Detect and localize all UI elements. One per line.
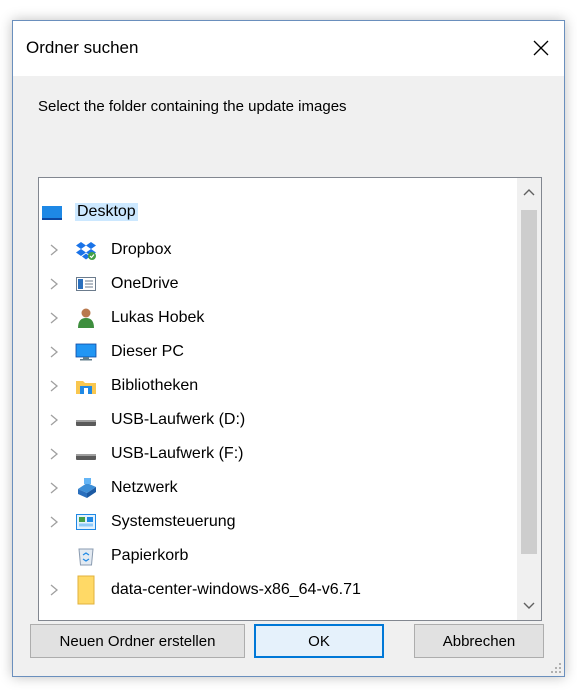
tree-item-recycle-bin[interactable]: Papierkorb — [39, 539, 517, 573]
new-folder-button[interactable]: Neuen Ordner erstellen — [30, 624, 245, 658]
tree-item-usb-d[interactable]: USB-Laufwerk (D:) — [39, 403, 517, 437]
drive-icon — [76, 454, 96, 460]
tree-item-label: data-center-windows-x86_64-v6.71 — [111, 581, 361, 598]
tree-item-label: Netzwerk — [111, 479, 178, 496]
tree-item-label: Bibliotheken — [111, 377, 199, 394]
tree-item-control-panel[interactable]: Systemsteuerung — [39, 505, 517, 539]
folder-icon — [77, 575, 95, 605]
tree-item-usb-f[interactable]: USB-Laufwerk (F:) — [39, 437, 517, 471]
tree-item-label: USB-Laufwerk (D:) — [111, 411, 246, 428]
libraries-icon — [76, 381, 96, 394]
tree-item-network[interactable]: Netzwerk — [39, 471, 517, 505]
computer-icon — [75, 343, 97, 361]
close-button[interactable] — [524, 31, 558, 65]
dropbox-icon — [76, 242, 96, 260]
scrollbar-thumb[interactable] — [521, 210, 537, 554]
recycle-bin-icon — [78, 548, 94, 566]
ok-button[interactable]: OK — [254, 624, 384, 658]
chevron-right-icon[interactable] — [47, 344, 61, 360]
tree-item-dropbox[interactable]: Dropbox — [39, 233, 517, 267]
drive-icon — [76, 420, 96, 426]
tree-item-label: Dropbox — [111, 241, 172, 258]
desktop-icon — [42, 206, 62, 220]
network-icon — [78, 478, 96, 498]
title-bar: Ordner suchen — [13, 21, 564, 76]
user-folder-icon — [78, 308, 94, 328]
folder-tree[interactable]: Desktop Dropbox OneDrive Lukas Hobek Die… — [38, 177, 542, 621]
chevron-down-icon — [523, 602, 535, 609]
chevron-right-icon[interactable] — [47, 276, 61, 292]
cancel-button[interactable]: Abbrechen — [414, 624, 544, 658]
tree-item-label: Papierkorb — [111, 547, 189, 564]
chevron-right-icon[interactable] — [47, 480, 61, 496]
tree-item-label: USB-Laufwerk (F:) — [111, 445, 244, 462]
tree-item-libraries[interactable]: Bibliotheken — [39, 369, 517, 403]
tree-item-desktop[interactable]: Desktop — [39, 196, 517, 230]
chevron-right-icon[interactable] — [47, 310, 61, 326]
tree-item-label: OneDrive — [111, 275, 179, 292]
dialog-prompt: Select the folder containing the update … — [38, 98, 347, 115]
tree-item-folder[interactable]: data-center-windows-x86_64-v6.71 — [39, 573, 517, 607]
tree-item-this-pc[interactable]: Dieser PC — [39, 335, 517, 369]
tree-item-label: Desktop — [75, 203, 138, 221]
chevron-right-icon[interactable] — [47, 514, 61, 530]
chevron-right-icon[interactable] — [47, 446, 61, 462]
tree-item-label: Systemsteuerung — [111, 513, 236, 530]
tree-item-label: Lukas Hobek — [111, 309, 205, 326]
tree-item-onedrive[interactable]: OneDrive — [39, 267, 517, 301]
onedrive-icon — [76, 277, 96, 291]
tree-item-user[interactable]: Lukas Hobek — [39, 301, 517, 335]
window-title: Ordner suchen — [26, 38, 139, 57]
close-icon — [533, 40, 549, 56]
vertical-scrollbar[interactable] — [517, 178, 541, 620]
scroll-up-button[interactable] — [517, 180, 541, 204]
chevron-up-icon — [523, 189, 535, 196]
chevron-right-icon[interactable] — [47, 582, 61, 598]
resize-grip-icon[interactable] — [548, 660, 562, 674]
folder-browser-dialog: Ordner suchen Select the folder containi… — [12, 20, 565, 677]
chevron-right-icon[interactable] — [47, 378, 61, 394]
tree-item-label: Dieser PC — [111, 343, 184, 360]
control-panel-icon — [76, 514, 96, 530]
chevron-right-icon[interactable] — [47, 412, 61, 428]
chevron-right-icon[interactable] — [47, 242, 61, 258]
scroll-down-button[interactable] — [517, 594, 541, 618]
